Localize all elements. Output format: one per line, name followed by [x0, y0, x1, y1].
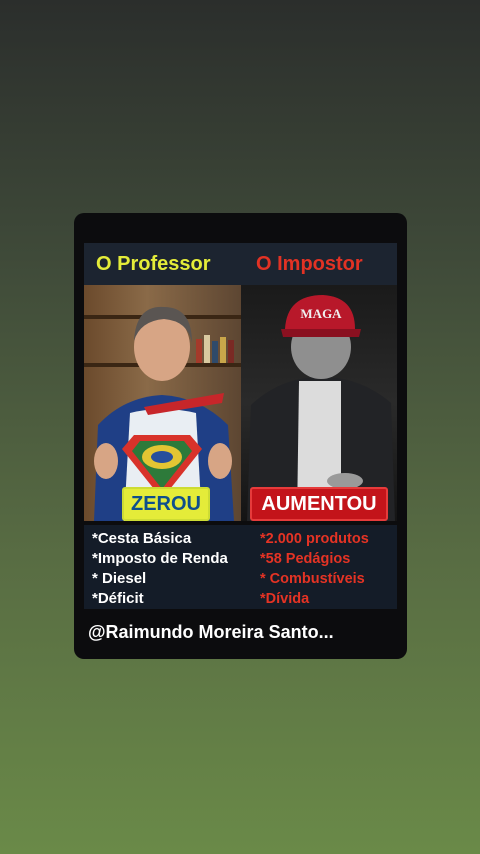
professor-photo: ZEROU	[84, 285, 241, 521]
post-card[interactable]: O Professor O Impostor ZEROU MAGA AUMENT…	[74, 213, 407, 659]
photo-panel: ZEROU MAGA AUMENTOU	[84, 285, 397, 521]
comparison-lists: *Cesta Básica *Imposto de Renda * Diesel…	[84, 525, 397, 609]
impostor-figure: MAGA	[247, 295, 395, 521]
impostor-photo: MAGA AUMENTOU	[241, 285, 397, 521]
right-title: O Impostor	[256, 253, 363, 275]
list-item: * Diesel	[92, 570, 147, 587]
list-item: *2.000 produtos	[260, 531, 369, 547]
list-item: *Imposto de Renda	[92, 550, 228, 567]
left-list: *Cesta Básica *Imposto de Renda * Diesel…	[92, 529, 228, 609]
right-list: *2.000 produtos *58 Pedágios * Combustív…	[260, 529, 369, 609]
list-item: * Combustíveis	[260, 571, 365, 587]
left-title: O Professor	[96, 253, 211, 275]
list-item: *58 Pedágios	[260, 551, 351, 567]
right-badge: AUMENTOU	[250, 487, 388, 521]
cap-text: MAGA	[300, 306, 342, 321]
left-badge: ZEROU	[122, 487, 210, 521]
author-handle[interactable]: @Raimundo Moreira Santo...	[88, 615, 393, 649]
list-item: *Dívida	[260, 591, 310, 607]
professor-figure	[94, 306, 234, 521]
list-item: *Cesta Básica	[92, 530, 192, 547]
list-item: *Déficit	[92, 590, 144, 607]
comparison-header: O Professor O Impostor	[84, 243, 397, 285]
